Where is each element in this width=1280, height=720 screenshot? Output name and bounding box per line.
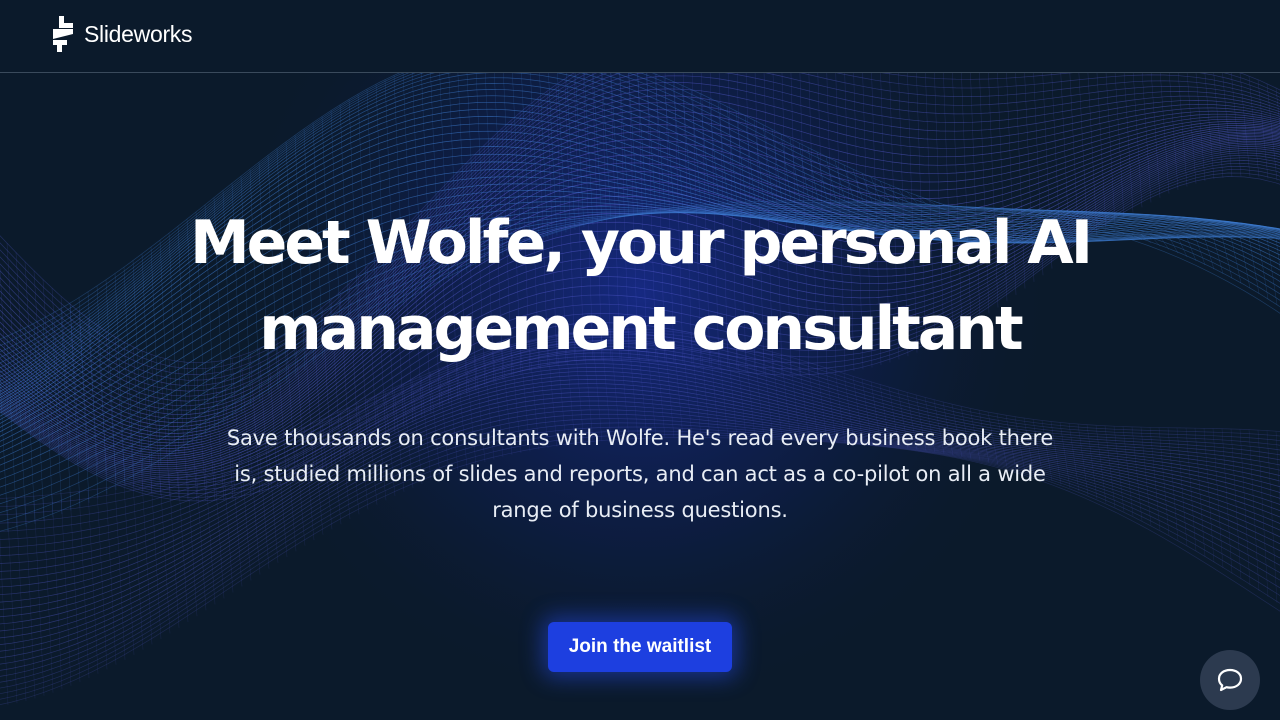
brand-name: Slideworks bbox=[84, 20, 193, 47]
hero-title-line-2: management consultant bbox=[259, 294, 1023, 364]
brand-logo-link[interactable]: Slideworks bbox=[50, 16, 193, 52]
chat-launcher-button[interactable] bbox=[1200, 650, 1260, 710]
slideworks-s-mark-icon bbox=[53, 16, 73, 52]
chat-bubble-icon bbox=[1217, 668, 1243, 692]
hero-title: Meet Wolfe, your personal AI management … bbox=[140, 200, 1140, 372]
hero-subtitle: Save thousands on consultants with Wolfe… bbox=[226, 426, 1054, 522]
landing-page: Slideworks Meet Wolfe, your personal AI … bbox=[0, 0, 1280, 720]
hero-title-line-1: Meet Wolfe, your personal AI bbox=[189, 208, 1093, 278]
join-waitlist-button[interactable]: Join the waitlist bbox=[548, 622, 732, 672]
top-navigation-bar: Slideworks bbox=[0, 0, 1280, 73]
